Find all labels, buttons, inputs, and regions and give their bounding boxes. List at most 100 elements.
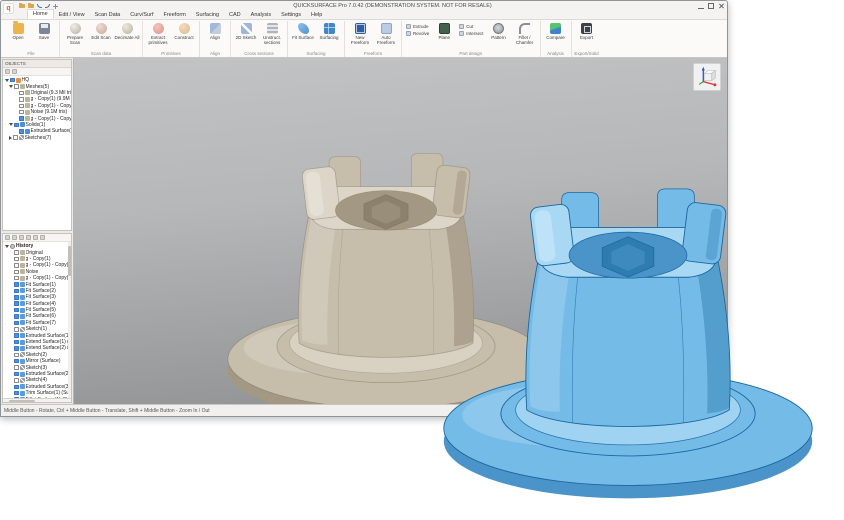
undo-icon[interactable] [37,4,42,8]
fit-surface-button[interactable]: Fit Surface [290,21,316,40]
checkbox[interactable] [13,135,18,140]
checkbox[interactable] [14,270,19,275]
checkbox[interactable] [14,314,19,319]
tree-item-label: Extruded Surface(4) [31,128,72,134]
extract-primitives-button[interactable]: Extract primitives [145,21,171,45]
tab-surfacing[interactable]: Surfacing [191,11,224,19]
decimate-all-button[interactable]: Decimate All [114,21,140,40]
2d-sketch-button[interactable]: 2D Sketch [233,21,259,40]
tab-curv-surf[interactable]: Curv/Surf [125,11,158,19]
fillet-chamfer-button[interactable]: Fillet / Chamfer [512,21,538,45]
checkbox[interactable] [14,385,19,390]
maximize-icon[interactable] [708,3,714,9]
tree-item[interactable]: Extend Surface(2) (Surface) [3,345,71,351]
open-file-icon[interactable] [19,4,25,8]
expander-icon[interactable] [9,136,12,140]
redo-icon[interactable] [45,4,50,8]
fit-surface-icon [20,282,25,287]
group-label: Cross sections [233,50,285,57]
close-icon[interactable] [718,3,724,9]
checkbox[interactable] [14,282,19,287]
checkbox[interactable] [14,372,19,377]
checkbox[interactable] [14,346,19,351]
left-sidebar: OBJECTS HQ Meshe [1,58,74,404]
checkbox[interactable] [14,257,19,262]
history-horizontal-scrollbar[interactable] [3,398,71,402]
panel-tool-icon[interactable] [40,235,45,240]
extrude-icon [406,24,411,29]
orientation-cube[interactable] [693,63,721,91]
tab-freeform[interactable]: Freeform [158,11,190,19]
unstruct-sections-button[interactable]: Unstruct. sections [259,21,285,45]
checkbox[interactable] [14,321,19,326]
checkbox[interactable] [14,295,19,300]
prepare-scan-button[interactable]: Prepare Scan [62,21,88,45]
checkbox[interactable] [19,97,24,102]
intersect-button[interactable]: Intersect [459,31,483,36]
surfacing-button[interactable]: Surfacing [316,21,342,40]
tab-cad[interactable]: CAD [224,11,246,19]
expander-icon[interactable] [5,245,9,248]
tab-analysis[interactable]: Analysis [246,11,276,19]
minimize-icon[interactable] [698,3,704,9]
checkbox[interactable] [19,104,24,109]
checkbox[interactable] [19,129,24,134]
checkbox[interactable] [14,263,19,268]
cut-button[interactable]: Cut [459,24,483,29]
plane-button[interactable]: Plane [431,21,457,40]
checkbox[interactable] [10,78,15,83]
panel-tool-icon[interactable] [5,235,10,240]
fit-surface-icon [20,301,25,306]
checkbox[interactable] [14,84,19,89]
tree-item-label: Sketch(1) [26,326,47,332]
panel-tool-icon[interactable] [26,235,31,240]
history-vertical-scrollbar[interactable] [68,242,71,398]
tab-edit-view[interactable]: Edit / View [54,11,90,19]
open-button[interactable]: Open [5,21,31,40]
checkbox[interactable] [14,378,19,383]
expander-icon[interactable] [9,123,13,126]
checkbox[interactable] [14,301,19,306]
checkbox[interactable] [14,359,19,364]
checkbox[interactable] [19,110,24,115]
edit-scan-button[interactable]: Edit Scan [88,21,114,40]
compare-button[interactable]: Compare [543,21,569,40]
tab-help[interactable]: Help [306,11,327,19]
checkbox[interactable] [19,116,24,121]
checkbox[interactable] [14,340,19,345]
cad-solid-model[interactable] [410,152,844,502]
panel-tool-icon[interactable] [33,235,38,240]
tab-settings[interactable]: Settings [276,11,306,19]
panel-tool-icon[interactable] [12,235,17,240]
new-freeform-button[interactable]: New Freeform [347,21,373,45]
pattern-button[interactable]: Pattern [486,21,512,40]
checkbox[interactable] [14,308,19,313]
tree-item-label: Sketch(4) [26,377,47,383]
checkbox[interactable] [14,333,19,338]
panel-tool-icon[interactable] [19,235,24,240]
expander-icon[interactable] [5,79,9,82]
tree-item[interactable]: g - Copy(1) - Copy(1) [3,262,71,268]
panel-tool-icon[interactable] [12,69,17,74]
checkbox[interactable] [19,91,24,96]
checkbox[interactable] [14,365,19,370]
import-file-icon[interactable] [28,4,34,8]
construct-button[interactable]: Construct [171,21,197,40]
checkbox[interactable] [14,327,19,332]
export-button[interactable]: Export [574,21,600,40]
revolve-button[interactable]: Revolve [406,31,429,36]
extrude-button[interactable]: Extrude [406,24,429,29]
tree-item[interactable]: Sketches(7) [3,135,71,141]
checkbox[interactable] [14,276,19,281]
checkbox[interactable] [14,250,19,255]
checkbox[interactable] [14,123,19,128]
auto-freeform-button[interactable]: Auto Freeform [373,21,399,45]
expander-icon[interactable] [9,85,13,88]
tab-scan-data[interactable]: Scan Data [90,11,126,19]
checkbox[interactable] [14,391,19,396]
checkbox[interactable] [14,353,19,358]
align-button[interactable]: Align [202,21,228,40]
save-button[interactable]: Save [31,21,57,40]
checkbox[interactable] [14,289,19,294]
panel-tool-icon[interactable] [5,69,10,74]
